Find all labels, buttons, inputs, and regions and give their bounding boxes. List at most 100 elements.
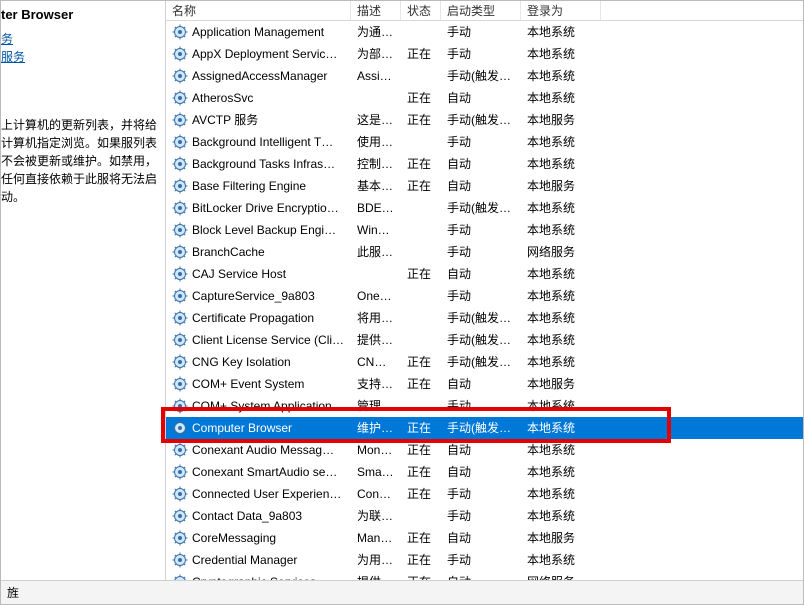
cell-logon: 网络服务: [521, 241, 601, 263]
service-name: BitLocker Drive Encryptio…: [192, 197, 339, 219]
cell-name: AVCTP 服务: [166, 109, 351, 131]
service-row[interactable]: CoreMessagingMan…正在自动本地服务: [166, 527, 803, 549]
service-row[interactable]: COM+ Event System支持…正在自动本地服务: [166, 373, 803, 395]
cell-start: 自动: [441, 153, 521, 175]
service-name: Application Management: [192, 21, 324, 43]
cell-state: 正在: [401, 373, 441, 395]
service-description: 上计算机的更新列表，并将给计算机指定浏览。如果服列表不会被更新或维护。如禁用，任…: [1, 116, 161, 206]
cell-desc: 管理…: [351, 395, 401, 417]
service-row[interactable]: AtherosSvc正在自动本地系统: [166, 87, 803, 109]
action-links: 务 服务: [1, 30, 161, 66]
cell-logon: 本地系统: [521, 395, 601, 417]
service-row[interactable]: CaptureService_9a803One…手动本地系统: [166, 285, 803, 307]
cell-logon: 本地系统: [521, 87, 601, 109]
cell-desc: 为部…: [351, 43, 401, 65]
service-row[interactable]: Conexant Audio Messag…Mon…正在自动本地系统: [166, 439, 803, 461]
service-icon: [172, 376, 188, 392]
service-name: CaptureService_9a803: [192, 285, 315, 307]
cell-desc: 这是…: [351, 109, 401, 131]
cell-name: Background Intelligent T…: [166, 131, 351, 153]
service-icon: [172, 90, 188, 106]
service-row[interactable]: Background Intelligent T…使用…手动本地系统: [166, 131, 803, 153]
service-row[interactable]: COM+ System Application管理…手动本地系统: [166, 395, 803, 417]
service-row[interactable]: BitLocker Drive Encryptio…BDE…手动(触发…本地系统: [166, 197, 803, 219]
cell-logon: 本地系统: [521, 461, 601, 483]
service-row[interactable]: Block Level Backup Engi…Win…手动本地系统: [166, 219, 803, 241]
status-text: 旌: [7, 584, 19, 601]
cell-state: 正在: [401, 483, 441, 505]
cell-desc: 为用…: [351, 549, 401, 571]
stop-service-link[interactable]: 务: [1, 30, 161, 48]
cell-start: 手动(触发…: [441, 197, 521, 219]
cell-start: 手动(触发…: [441, 329, 521, 351]
col-header-name[interactable]: 名称: [166, 1, 351, 20]
service-name: AppX Deployment Servic…: [192, 43, 337, 65]
cell-desc: 基本…: [351, 175, 401, 197]
cell-start: 手动(触发…: [441, 307, 521, 329]
cell-start: 手动: [441, 219, 521, 241]
service-name: Block Level Backup Engi…: [192, 219, 336, 241]
cell-state: 正在: [401, 417, 441, 439]
service-row[interactable]: AVCTP 服务这是…正在手动(触发…本地服务: [166, 109, 803, 131]
cell-start: 手动: [441, 241, 521, 263]
service-row[interactable]: Connected User Experien…Con…正在手动本地系统: [166, 483, 803, 505]
service-name: Background Intelligent T…: [192, 131, 333, 153]
service-name: Base Filtering Engine: [192, 175, 306, 197]
cell-name: Computer Browser: [166, 417, 351, 439]
restart-service-link[interactable]: 服务: [1, 48, 161, 66]
cell-logon: 本地系统: [521, 43, 601, 65]
service-row[interactable]: Client License Service (Cli…提供…手动(触发…本地系…: [166, 329, 803, 351]
service-name: Credential Manager: [192, 549, 297, 571]
cell-start: 手动: [441, 483, 521, 505]
cell-start: 手动: [441, 43, 521, 65]
cell-logon: 本地系统: [521, 219, 601, 241]
cell-desc: 支持…: [351, 373, 401, 395]
cell-logon: 本地系统: [521, 307, 601, 329]
service-row[interactable]: Credential Manager为用…正在手动本地系统: [166, 549, 803, 571]
cell-start: 自动: [441, 527, 521, 549]
cell-start: 手动(触发…: [441, 351, 521, 373]
service-icon: [172, 354, 188, 370]
service-row[interactable]: Application Management为通…手动本地系统: [166, 21, 803, 43]
cell-logon: 本地系统: [521, 329, 601, 351]
col-header-start[interactable]: 启动类型: [441, 1, 521, 20]
details-panel: ter Browser 务 服务 上计算机的更新列表，并将给计算机指定浏览。如果…: [1, 1, 166, 604]
service-icon: [172, 244, 188, 260]
cell-logon: 本地系统: [521, 439, 601, 461]
cell-desc: Con…: [351, 483, 401, 505]
service-row[interactable]: Contact Data_9a803为联…手动本地系统: [166, 505, 803, 527]
service-row[interactable]: BranchCache此服…手动网络服务: [166, 241, 803, 263]
service-row[interactable]: Background Tasks Infras…控制…正在自动本地系统: [166, 153, 803, 175]
cell-desc: 使用…: [351, 131, 401, 153]
service-row[interactable]: AssignedAccessManagerAssi…手动(触发…本地系统: [166, 65, 803, 87]
col-header-logon[interactable]: 登录为: [521, 1, 601, 20]
service-icon: [172, 530, 188, 546]
service-icon: [172, 552, 188, 568]
col-header-state[interactable]: 状态: [401, 1, 441, 20]
service-row[interactable]: Computer Browser维护…正在手动(触发…本地系统: [166, 417, 803, 439]
service-row[interactable]: Certificate Propagation将用…手动(触发…本地系统: [166, 307, 803, 329]
cell-start: 手动: [441, 131, 521, 153]
cell-desc: Mon…: [351, 439, 401, 461]
service-row[interactable]: CAJ Service Host正在自动本地系统: [166, 263, 803, 285]
service-name: CAJ Service Host: [192, 263, 286, 285]
service-row[interactable]: Base Filtering Engine基本…正在自动本地服务: [166, 175, 803, 197]
service-row[interactable]: CNG Key IsolationCNG…正在手动(触发…本地系统: [166, 351, 803, 373]
cell-desc: BDE…: [351, 197, 401, 219]
cell-name: Block Level Backup Engi…: [166, 219, 351, 241]
service-icon: [172, 508, 188, 524]
cell-logon: 本地系统: [521, 351, 601, 373]
service-icon: [172, 46, 188, 62]
col-header-desc[interactable]: 描述: [351, 1, 401, 20]
service-name: AtherosSvc: [192, 87, 253, 109]
service-row[interactable]: AppX Deployment Servic…为部…正在手动本地系统: [166, 43, 803, 65]
service-row[interactable]: Conexant SmartAudio se…Sma…正在自动本地系统: [166, 461, 803, 483]
cell-desc: 提供…: [351, 329, 401, 351]
cell-name: BitLocker Drive Encryptio…: [166, 197, 351, 219]
service-name: Connected User Experien…: [192, 483, 341, 505]
cell-state: 正在: [401, 527, 441, 549]
cell-name: Background Tasks Infras…: [166, 153, 351, 175]
cell-desc: Sma…: [351, 461, 401, 483]
cell-state: 正在: [401, 153, 441, 175]
cell-start: 手动: [441, 549, 521, 571]
